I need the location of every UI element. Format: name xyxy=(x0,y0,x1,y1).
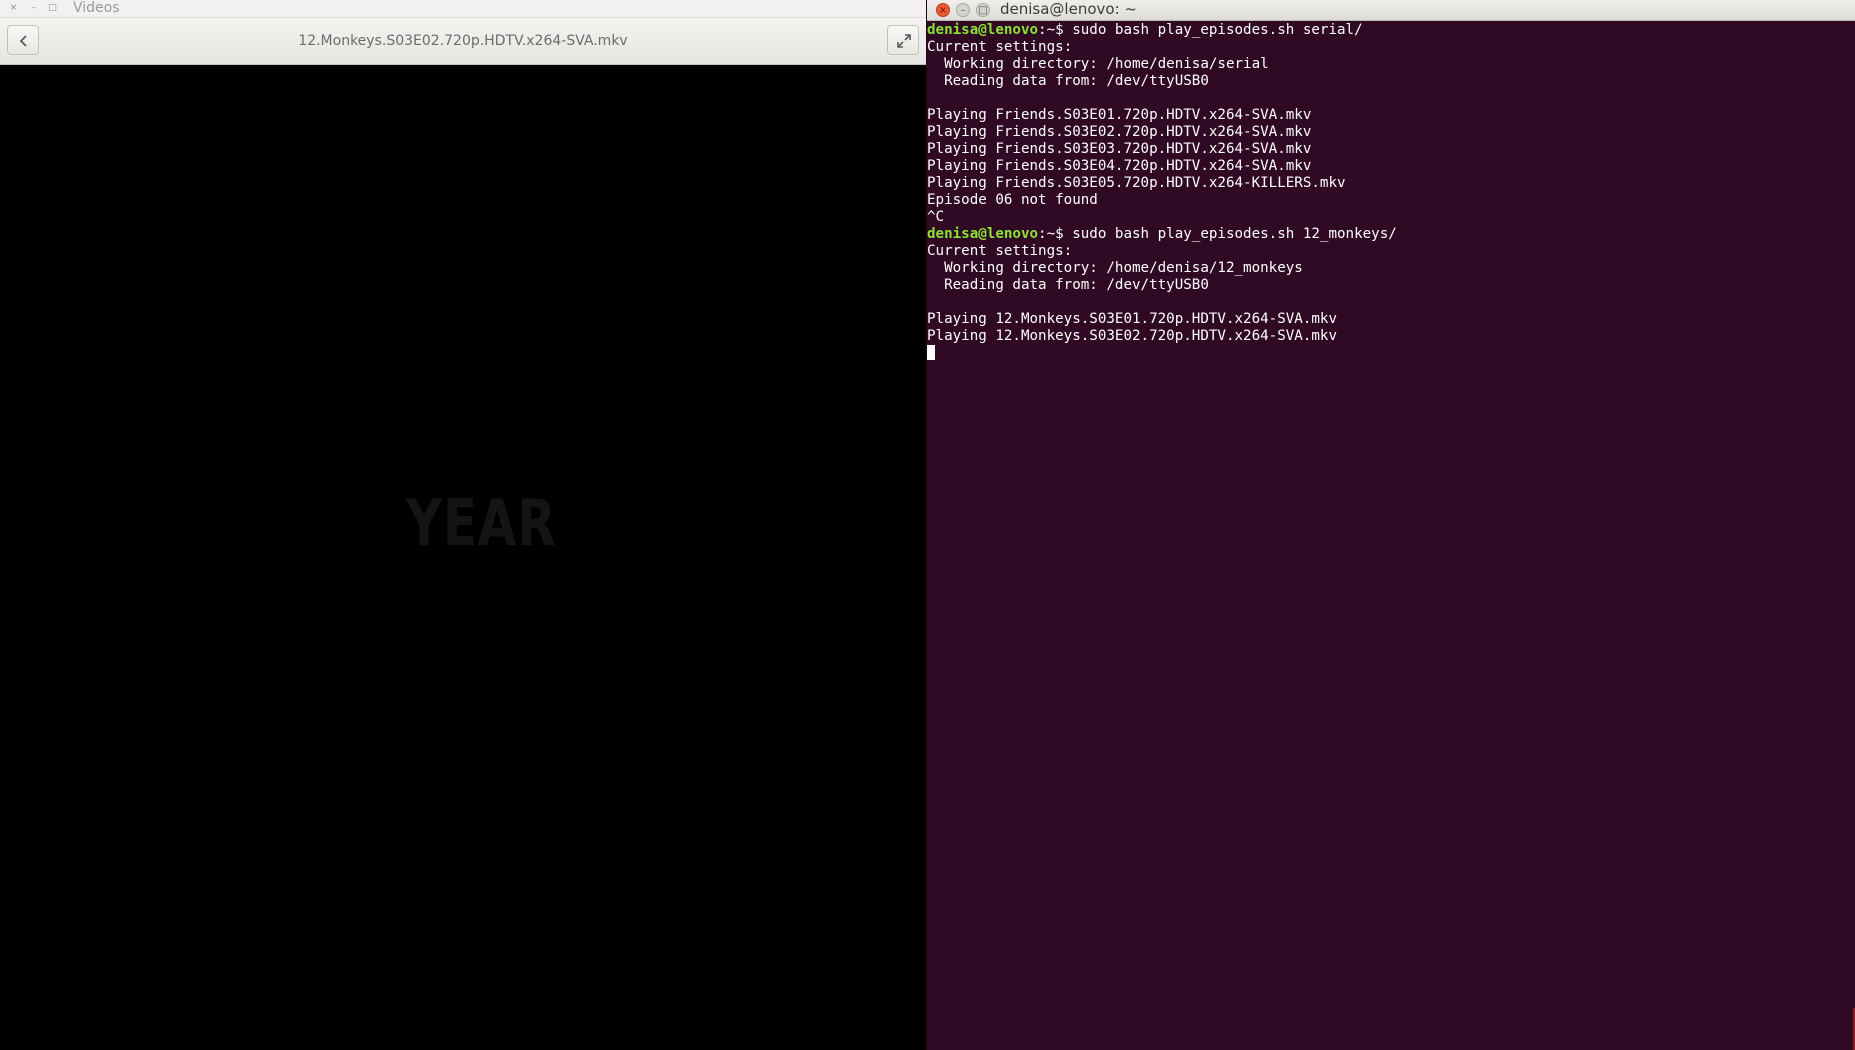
prompt-user-host: denisa@lenovo xyxy=(927,22,1039,38)
videos-window: × – □ Videos 12.Monkeys.S03E02.720p.HDTV… xyxy=(0,0,926,1050)
prompt-command: sudo bash play_episodes.sh 12_monkeys/ xyxy=(1063,226,1397,242)
terminal-prompt-line: denisa@lenovo:~$ sudo bash play_episodes… xyxy=(927,22,1855,39)
terminal-output-line: Reading data from: /dev/ttyUSB0 xyxy=(927,73,1209,89)
terminal-output-line: Playing Friends.S03E04.720p.HDTV.x264-SV… xyxy=(927,158,1312,174)
video-frame-text: YEAR xyxy=(406,487,557,561)
terminal-output-line: Working directory: /home/denisa/serial xyxy=(927,56,1269,72)
videos-titlebar: × – □ Videos xyxy=(0,0,926,18)
terminal-output-line: Playing Friends.S03E02.720p.HDTV.x264-SV… xyxy=(927,124,1312,140)
terminal-output-line: Episode 06 not found xyxy=(927,192,1098,208)
terminal-output-line: Playing Friends.S03E03.720p.HDTV.x264-SV… xyxy=(927,141,1312,157)
terminal-output-line: Reading data from: /dev/ttyUSB0 xyxy=(927,277,1209,293)
videos-maximize-button[interactable]: □ xyxy=(47,3,58,14)
terminal-output-line: Playing Friends.S03E01.720p.HDTV.x264-SV… xyxy=(927,107,1312,123)
terminal-output-line: Playing 12.Monkeys.S03E01.720p.HDTV.x264… xyxy=(927,311,1337,327)
terminal-cursor xyxy=(927,345,935,360)
prompt-command: sudo bash play_episodes.sh serial/ xyxy=(1063,22,1363,38)
terminal-output-line: Playing 12.Monkeys.S03E02.720p.HDTV.x264… xyxy=(927,328,1337,344)
terminal-title: denisa@lenovo: ~ xyxy=(1000,0,1137,18)
terminal-titlebar: × – □ denisa@lenovo: ~ xyxy=(927,0,1855,21)
terminal-window: × – □ denisa@lenovo: ~ denisa@lenovo:~$ … xyxy=(926,0,1855,1050)
videos-headerbar: 12.Monkeys.S03E02.720p.HDTV.x264-SVA.mkv xyxy=(0,18,926,65)
video-file-name: 12.Monkeys.S03E02.720p.HDTV.x264-SVA.mkv xyxy=(298,33,628,49)
videos-minimize-button[interactable]: – xyxy=(28,3,39,14)
prompt-path: :~$ xyxy=(1038,22,1064,38)
terminal-prompt-line: denisa@lenovo:~$ sudo bash play_episodes… xyxy=(927,226,1855,243)
terminal-output-line: Playing Friends.S03E05.720p.HDTV.x264-KI… xyxy=(927,175,1346,191)
videos-app-title: Videos xyxy=(73,0,120,16)
terminal-minimize-button[interactable]: – xyxy=(956,3,970,17)
terminal-maximize-button[interactable]: □ xyxy=(976,3,990,17)
prompt-user-host: denisa@lenovo xyxy=(927,226,1039,242)
terminal-output-line: Current settings: xyxy=(927,243,1073,259)
terminal-output-line: Current settings: xyxy=(927,39,1073,55)
terminal-input-line[interactable] xyxy=(927,345,1855,362)
terminal-output-line: ^C xyxy=(927,209,945,225)
terminal-close-button[interactable]: × xyxy=(936,3,950,17)
videos-close-button[interactable]: × xyxy=(8,3,19,14)
prompt-path: :~$ xyxy=(1038,226,1064,242)
terminal-output-line: Working directory: /home/denisa/12_monke… xyxy=(927,260,1303,276)
expand-icon xyxy=(897,34,911,48)
terminal-output[interactable]: denisa@lenovo:~$ sudo bash play_episodes… xyxy=(927,22,1855,1050)
video-frame[interactable]: YEAR xyxy=(0,65,926,1050)
fullscreen-button[interactable] xyxy=(887,25,919,55)
